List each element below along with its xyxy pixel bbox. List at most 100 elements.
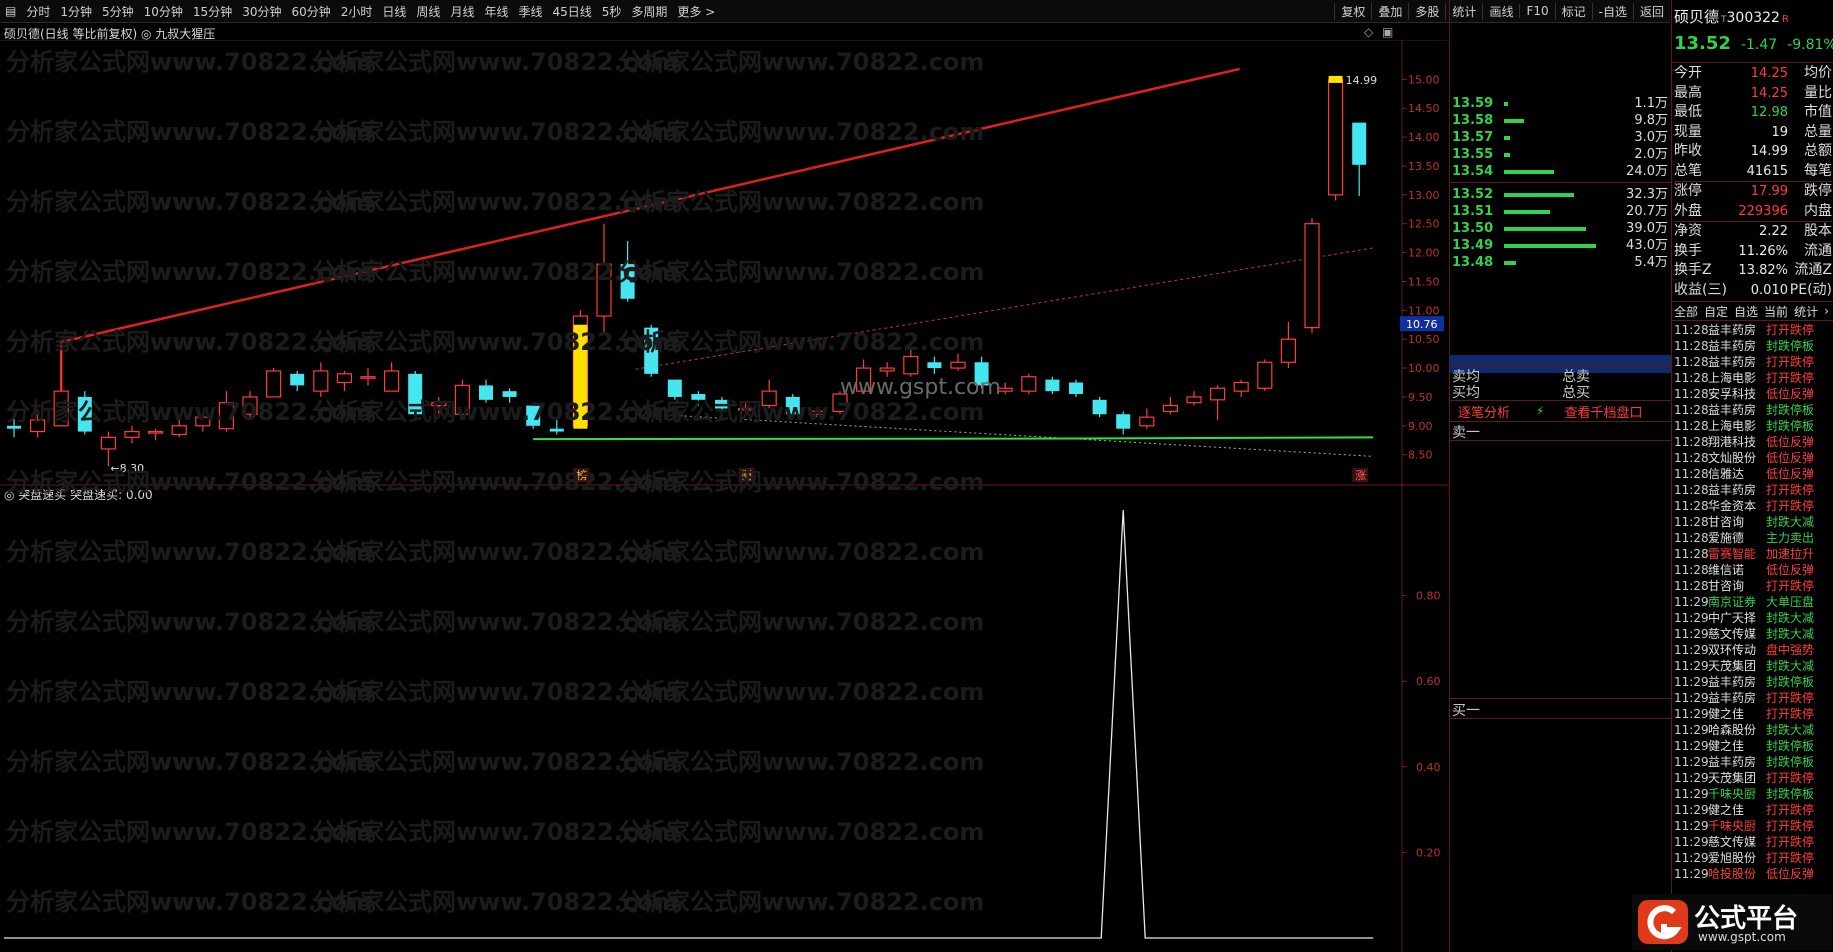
tape-row[interactable]: 11:29 中广天择 封跌大减 <box>1674 610 1833 626</box>
candle[interactable] <box>1162 396 1179 415</box>
candle[interactable] <box>218 391 234 432</box>
candle[interactable] <box>667 379 682 400</box>
period-tab-13[interactable]: 45日线 <box>547 3 596 20</box>
candle[interactable] <box>620 241 635 302</box>
candle[interactable] <box>1327 79 1344 201</box>
tape-row[interactable]: 11:28 益丰药房 打开跌停 <box>1674 322 1833 338</box>
candle[interactable] <box>195 414 211 432</box>
tape-row[interactable]: 11:29 哈森股份 封跌大减 <box>1674 722 1833 738</box>
tape-tab-2[interactable]: 自选 <box>1734 303 1758 320</box>
tape-row[interactable]: 11:28 维信诺 低位反弹 <box>1674 562 1833 578</box>
tape-row[interactable]: 11:28 上海电影 打开跌停 <box>1674 370 1833 386</box>
candle[interactable] <box>30 414 46 438</box>
period-tab-6[interactable]: 60分钟 <box>286 3 335 20</box>
candle[interactable] <box>1233 379 1249 397</box>
candle[interactable] <box>360 368 376 386</box>
candle[interactable] <box>290 370 305 392</box>
candle[interactable] <box>454 379 470 415</box>
candle[interactable] <box>408 370 423 421</box>
ask-level[interactable]: 13.54 24.0万 <box>1452 163 1670 180</box>
ask-level[interactable]: 13.57 3.0万 <box>1452 129 1670 146</box>
candle[interactable] <box>737 402 754 415</box>
tool-button-1[interactable]: 叠加 <box>1371 2 1408 20</box>
period-tab-4[interactable]: 15分钟 <box>188 3 237 20</box>
candle[interactable] <box>336 370 352 392</box>
tape-row[interactable]: 11:28 益丰药房 封跌停板 <box>1674 338 1833 354</box>
period-tab-16[interactable]: 更多 > <box>672 3 720 20</box>
tape-row[interactable]: 11:28 翔港科技 低位反弹 <box>1674 434 1833 450</box>
candle[interactable] <box>313 362 329 397</box>
tape-row[interactable]: 11:29 爱旭股份 打开跌停 <box>1674 850 1833 866</box>
tape-row[interactable]: 11:28 华金资本 打开跌停 <box>1674 498 1833 514</box>
period-tab-14[interactable]: 5秒 <box>597 3 627 20</box>
event-label[interactable]: 涨 <box>1355 469 1366 482</box>
period-tab-7[interactable]: 2小时 <box>336 3 378 20</box>
candle[interactable] <box>266 368 282 398</box>
tape-row[interactable]: 11:28 爱施德 主力卖出 <box>1674 530 1833 546</box>
candle[interactable] <box>761 379 777 409</box>
tape-tab-4[interactable]: 统计 <box>1794 303 1818 320</box>
tape-row[interactable]: 11:28 安孚科技 低位反弹 <box>1674 386 1833 402</box>
candle[interactable] <box>171 420 187 438</box>
candle[interactable] <box>1280 321 1297 369</box>
tape-tab-0[interactable]: 全部 <box>1674 303 1698 320</box>
tick-analysis-button[interactable]: 逐笔分析 <box>1458 402 1510 421</box>
bid-level[interactable]: 13.49 43.0万 <box>1452 237 1670 254</box>
tape-row[interactable]: 11:29 双环传动 盘中强势 <box>1674 642 1833 658</box>
candle[interactable] <box>124 425 140 444</box>
bid-level[interactable]: 13.51 20.7万 <box>1452 203 1670 220</box>
candle[interactable] <box>596 223 612 334</box>
period-tab-1[interactable]: 1分钟 <box>55 3 97 20</box>
ask-level[interactable]: 13.58 9.8万 <box>1452 112 1670 129</box>
candle[interactable] <box>549 420 564 435</box>
tape-row[interactable]: 11:29 健之佳 打开跌停 <box>1674 802 1833 818</box>
period-tab-8[interactable]: 日线 <box>377 3 411 20</box>
ask-level[interactable]: 13.55 2.0万 <box>1452 146 1670 163</box>
candle[interactable] <box>785 394 800 418</box>
menu-icon[interactable]: ▤ <box>0 4 21 18</box>
candle[interactable] <box>903 347 919 377</box>
candle[interactable] <box>1257 359 1273 392</box>
candle[interactable] <box>1045 376 1060 395</box>
tape-row[interactable]: 11:28 雷赛智能 加速拉升 <box>1674 546 1833 562</box>
tape-tab-5[interactable]: › <box>1824 304 1829 318</box>
candle[interactable] <box>715 396 729 412</box>
candle[interactable] <box>53 350 69 427</box>
tape-row[interactable]: 11:28 益丰药房 打开跌停 <box>1674 354 1833 370</box>
tape-row[interactable]: 11:28 益丰药房 封跌停板 <box>1674 402 1833 418</box>
candle[interactable] <box>950 353 966 371</box>
tape-row[interactable]: 11:28 甘咨询 封跌大减 <box>1674 514 1833 530</box>
candle[interactable] <box>100 431 117 467</box>
tape-row[interactable]: 11:29 益丰药房 打开跌停 <box>1674 690 1833 706</box>
candle[interactable] <box>1092 396 1107 418</box>
candle[interactable] <box>431 396 447 415</box>
candlestick-chart[interactable]: 15.00 14.50 14.00 13.50 13.00 12.50 12.00 11.50… <box>0 40 1449 952</box>
tape-row[interactable]: 11:29 慈文传媒 封跌大减 <box>1674 626 1833 642</box>
tape-row[interactable]: 11:29 哈投股份 低位反弹 <box>1674 866 1833 882</box>
tape-tab-3[interactable]: 当前 <box>1764 303 1788 320</box>
ask-level[interactable]: 13.59 1.1万 <box>1452 95 1670 112</box>
tape-row[interactable]: 11:28 甘咨询 打开跌停 <box>1674 578 1833 594</box>
candle[interactable] <box>808 408 825 418</box>
event-label[interactable]: 榜 <box>576 468 587 482</box>
tool-button-0[interactable]: 复权 <box>1334 2 1371 20</box>
candle[interactable] <box>148 428 164 441</box>
tape-row[interactable]: 11:29 健之佳 封跌停板 <box>1674 738 1833 754</box>
tape-row[interactable]: 11:28 文灿股份 低位反弹 <box>1674 450 1833 466</box>
candle[interactable] <box>479 379 493 403</box>
tape-row[interactable]: 11:29 天茂集团 打开跌停 <box>1674 770 1833 786</box>
period-tab-9[interactable]: 周线 <box>411 3 445 20</box>
period-tab-2[interactable]: 5分钟 <box>97 3 139 20</box>
tape-row[interactable]: 11:29 慈文传媒 打开跌停 <box>1674 834 1833 850</box>
candle[interactable] <box>7 414 21 438</box>
candle[interactable] <box>1116 411 1131 435</box>
tape-tab-1[interactable]: 自定 <box>1704 303 1728 320</box>
period-tab-3[interactable]: 10分钟 <box>139 3 188 20</box>
tape-row[interactable]: 11:29 天茂集团 封跌大减 <box>1674 658 1833 674</box>
candle[interactable] <box>77 391 92 435</box>
candle[interactable] <box>1209 385 1226 421</box>
tape-row[interactable]: 11:29 千味央厨 封跌停板 <box>1674 786 1833 802</box>
candle[interactable] <box>644 324 659 377</box>
candle[interactable] <box>1352 122 1367 196</box>
tape-row[interactable]: 11:29 健之佳 打开跌停 <box>1674 706 1833 722</box>
